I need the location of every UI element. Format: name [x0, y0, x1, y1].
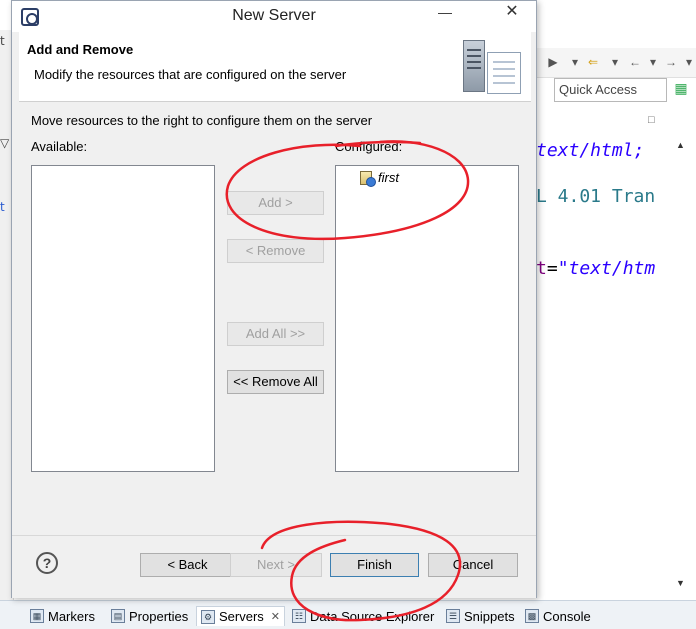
wizard-header: Add and Remove Modify the resources that…: [19, 32, 531, 102]
wizard-page-title: Add and Remove: [27, 42, 134, 57]
wizard-page-description: Modify the resources that are configured…: [34, 67, 347, 82]
servers-icon: ⚙: [201, 609, 215, 624]
tab-snippets[interactable]: ☰ Snippets: [446, 606, 515, 626]
new-server-dialog: New Server — ✕ Add and Remove Modify the…: [11, 0, 537, 598]
editor-scrollbar[interactable]: ▲ ▼: [666, 128, 696, 598]
nav-forward-icon[interactable]: →: [664, 55, 678, 69]
close-icon[interactable]: ✕: [271, 610, 280, 623]
tab-label: Data Source Explorer: [310, 608, 435, 624]
code-attr: t: [536, 258, 547, 279]
finish-button[interactable]: Finish: [330, 553, 419, 577]
tab-markers[interactable]: ▦ Markers: [30, 606, 95, 626]
editor-minimize-maximize-icon[interactable]: □: [648, 114, 655, 126]
chevron-down-icon[interactable]: ▾: [568, 55, 582, 69]
wizard-footer: ? < Back Next > Finish Cancel: [12, 535, 536, 598]
list-item[interactable]: first: [360, 170, 399, 187]
chevron-down-icon[interactable]: ▾: [682, 55, 696, 69]
ide-toolbar: ▶ ▾ ⇐ ▾ ← ▾ → ▾: [536, 48, 696, 78]
quick-access-input[interactable]: Quick Access: [554, 78, 667, 102]
code-line: L 4.01 Tran: [536, 186, 656, 207]
tab-label: Snippets: [464, 608, 515, 624]
toolbar-run-icon[interactable]: ▶: [546, 55, 560, 69]
scroll-up-icon[interactable]: ▲: [676, 140, 685, 150]
tab-label: Properties: [129, 608, 189, 624]
snippets-icon: ☰: [446, 609, 460, 623]
tab-console[interactable]: ▩ Console: [525, 606, 591, 626]
left-strip-text: ▽: [0, 136, 10, 150]
code-editor[interactable]: text/html; L 4.01 Tran t="text/htm: [536, 128, 666, 588]
web-module-icon: [360, 170, 376, 187]
instruction-text: Move resources to the right to configure…: [31, 113, 373, 128]
available-label: Available:: [31, 139, 88, 154]
left-strip-text: t: [0, 200, 5, 214]
remove-button[interactable]: < Remove: [227, 239, 324, 263]
back-button[interactable]: < Back: [140, 553, 235, 577]
tab-servers[interactable]: ⚙ Servers ✕: [196, 606, 286, 626]
code-line: t="text/htm: [536, 258, 655, 279]
minimize-button[interactable]: —: [435, 5, 455, 21]
wizard-content: Move resources to the right to configure…: [19, 103, 531, 534]
server-banner-icon: [457, 38, 525, 96]
chevron-down-icon[interactable]: ▾: [646, 55, 660, 69]
console-icon: ▩: [525, 609, 539, 623]
cancel-button[interactable]: Cancel: [428, 553, 518, 577]
tab-label: Servers: [219, 609, 264, 624]
scroll-down-icon[interactable]: ▼: [676, 578, 685, 588]
left-strip-text: t: [0, 34, 5, 48]
tab-data-source-explorer[interactable]: ☷ Data Source Explorer: [292, 606, 434, 626]
back-arrow-icon[interactable]: ⇐: [586, 55, 600, 69]
add-button[interactable]: Add >: [227, 191, 324, 215]
code-equals: =: [546, 258, 558, 279]
configured-list[interactable]: first: [335, 165, 519, 472]
help-icon[interactable]: ?: [36, 552, 58, 574]
tab-label: Console: [543, 608, 591, 624]
close-button[interactable]: ✕: [491, 4, 533, 21]
code-line: text/html;: [536, 140, 645, 161]
list-item-label: first: [378, 170, 399, 185]
configured-label: Configured:: [335, 139, 403, 154]
dialog-title: New Server: [232, 7, 316, 24]
tab-label: Markers: [48, 608, 95, 624]
available-list[interactable]: [31, 165, 215, 472]
code-string: "text/htm: [557, 258, 656, 279]
bottom-view-tabs: ▦ Markers ▤ Properties ⚙ Servers ✕ ☷ Dat…: [0, 600, 696, 629]
data-source-icon: ☷: [292, 609, 306, 623]
properties-icon: ▤: [111, 609, 125, 623]
next-button[interactable]: Next >: [230, 553, 322, 577]
add-all-button[interactable]: Add All >>: [227, 322, 324, 346]
perspective-icon[interactable]: ▦: [671, 80, 691, 100]
remove-all-button[interactable]: << Remove All: [227, 370, 324, 394]
tab-properties[interactable]: ▤ Properties: [111, 606, 188, 626]
chevron-down-icon[interactable]: ▾: [608, 55, 622, 69]
dialog-titlebar[interactable]: New Server — ✕: [12, 1, 536, 32]
markers-icon: ▦: [30, 609, 44, 623]
nav-back-icon[interactable]: ←: [628, 55, 642, 69]
